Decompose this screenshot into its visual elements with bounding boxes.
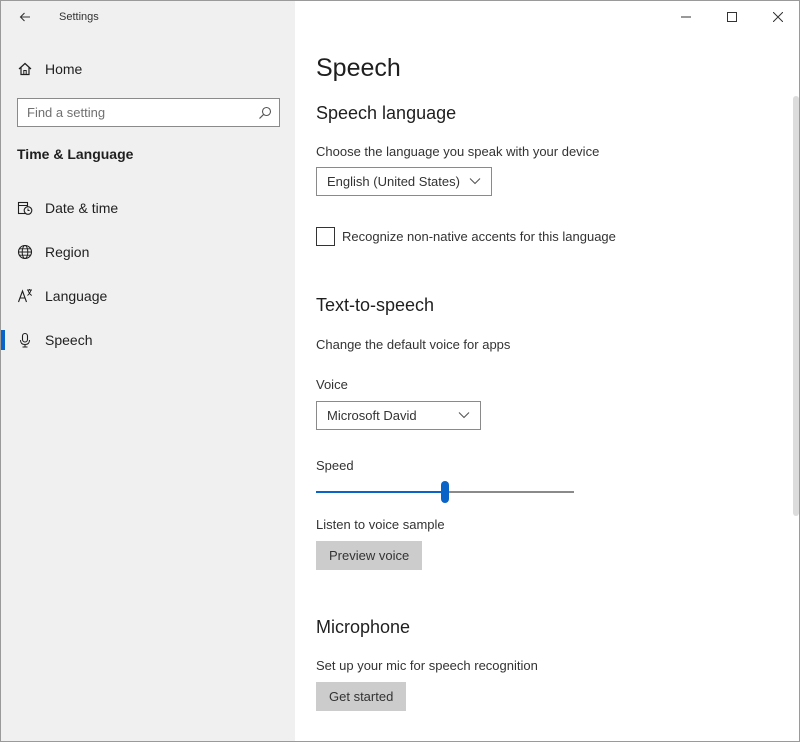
microphone-description: Set up your mic for speech recognition bbox=[316, 658, 538, 673]
search-box[interactable] bbox=[17, 98, 280, 127]
sidebar-item-region[interactable]: Region bbox=[1, 232, 295, 272]
close-icon bbox=[773, 12, 783, 22]
globe-icon bbox=[17, 244, 33, 260]
close-button[interactable] bbox=[755, 1, 799, 33]
maximize-icon bbox=[727, 12, 737, 22]
window-controls bbox=[663, 1, 799, 33]
chevron-down-icon bbox=[469, 178, 481, 185]
content-pane: Speech Speech language Choose the langua… bbox=[295, 1, 799, 741]
home-label: Home bbox=[45, 61, 83, 77]
slider-thumb[interactable] bbox=[441, 481, 449, 503]
search-icon[interactable] bbox=[258, 106, 272, 120]
sidebar-item-language[interactable]: Language bbox=[1, 276, 295, 316]
get-started-button[interactable]: Get started bbox=[316, 682, 407, 711]
voice-dropdown[interactable]: Microsoft David bbox=[316, 401, 481, 430]
search-input[interactable] bbox=[27, 103, 255, 122]
speech-language-dropdown[interactable]: English (United States) bbox=[316, 167, 492, 196]
sidebar-item-label: Speech bbox=[45, 332, 93, 348]
speed-slider[interactable] bbox=[316, 481, 574, 503]
dropdown-value: English (United States) bbox=[327, 174, 460, 189]
microphone-icon bbox=[20, 332, 30, 348]
section-title: Time & Language bbox=[17, 146, 134, 162]
text-to-speech-description: Change the default voice for apps bbox=[316, 337, 511, 352]
chevron-down-icon bbox=[458, 412, 470, 419]
preview-voice-button[interactable]: Preview voice bbox=[316, 541, 423, 570]
speech-language-description: Choose the language you speak with your … bbox=[316, 144, 600, 159]
sidebar-item-label: Language bbox=[45, 288, 108, 304]
language-icon bbox=[17, 289, 33, 303]
text-to-speech-heading: Text-to-speech bbox=[316, 295, 435, 315]
scrollbar[interactable] bbox=[793, 96, 799, 516]
sidebar: Settings Home Time & Language Date bbox=[1, 1, 295, 741]
maximize-button[interactable] bbox=[709, 1, 755, 33]
accents-checkbox-row[interactable]: Recognize non-native accents for this la… bbox=[316, 227, 616, 246]
calendar-clock-icon bbox=[17, 201, 33, 215]
minimize-icon bbox=[681, 16, 691, 18]
active-indicator bbox=[1, 330, 5, 350]
sidebar-item-label: Date & time bbox=[45, 200, 119, 216]
back-button[interactable] bbox=[13, 5, 37, 29]
settings-window: Settings Home Time & Language Date bbox=[0, 0, 800, 742]
checkbox-label: Recognize non-native accents for this la… bbox=[342, 229, 616, 244]
page-title: Speech bbox=[316, 54, 401, 82]
microphone-heading: Microphone bbox=[316, 617, 411, 637]
voice-sample-label: Listen to voice sample bbox=[316, 517, 445, 532]
sidebar-item-label: Region bbox=[45, 244, 90, 260]
home-nav-item[interactable]: Home bbox=[17, 59, 82, 79]
back-arrow-icon bbox=[19, 12, 30, 22]
speech-language-heading: Speech language bbox=[316, 103, 457, 123]
voice-label: Voice bbox=[316, 377, 348, 392]
speed-label: Speed bbox=[316, 458, 354, 473]
home-icon bbox=[18, 62, 32, 76]
app-title: Settings bbox=[59, 11, 99, 23]
sidebar-item-date-time[interactable]: Date & time bbox=[1, 188, 295, 228]
sidebar-item-speech[interactable]: Speech bbox=[1, 320, 295, 360]
minimize-button[interactable] bbox=[663, 1, 709, 33]
dropdown-value: Microsoft David bbox=[327, 408, 417, 423]
slider-fill bbox=[316, 491, 445, 493]
accents-checkbox[interactable] bbox=[316, 227, 335, 246]
